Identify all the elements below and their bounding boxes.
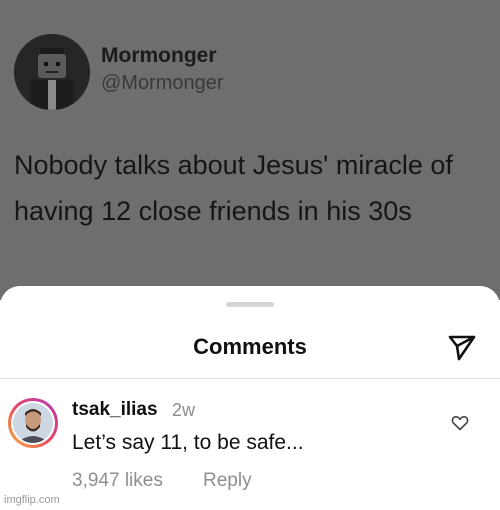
- heart-icon[interactable]: [451, 415, 469, 431]
- comment-text: Let’s say 11, to be safe...: [72, 431, 304, 454]
- tweet-text-line: having 12 close friends in his 30s: [14, 196, 412, 226]
- comment-timestamp: 2w: [172, 400, 196, 420]
- commenter-avatar[interactable]: [8, 398, 58, 448]
- comments-title: Comments: [193, 334, 307, 359]
- person-photo-icon: [13, 403, 53, 443]
- divider: [0, 378, 500, 379]
- tweet-avatar: [14, 34, 90, 110]
- tweet-author-handle: @Mormonger: [101, 72, 224, 94]
- tweet-text-line: Nobody talks about Jesus' miracle of: [14, 150, 453, 180]
- comment-likes-count[interactable]: 3,947 likes: [72, 470, 163, 492]
- send-icon[interactable]: [447, 334, 477, 362]
- tweet-background: Mormonger @Mormonger Nobody talks about …: [0, 0, 500, 300]
- comment-username[interactable]: tsak_ilias: [72, 399, 158, 421]
- watermark: imgflip.com: [4, 494, 60, 506]
- lego-figure-icon: [14, 34, 90, 110]
- reply-button[interactable]: Reply: [203, 470, 252, 492]
- tweet-text: Nobody talks about Jesus' miracle of hav…: [14, 142, 494, 234]
- tweet-author-name: Mormonger: [101, 44, 217, 67]
- comments-sheet: Comments tsak_ilias 2w Let’s say 11, to …: [0, 286, 500, 510]
- sheet-drag-handle[interactable]: [226, 302, 274, 307]
